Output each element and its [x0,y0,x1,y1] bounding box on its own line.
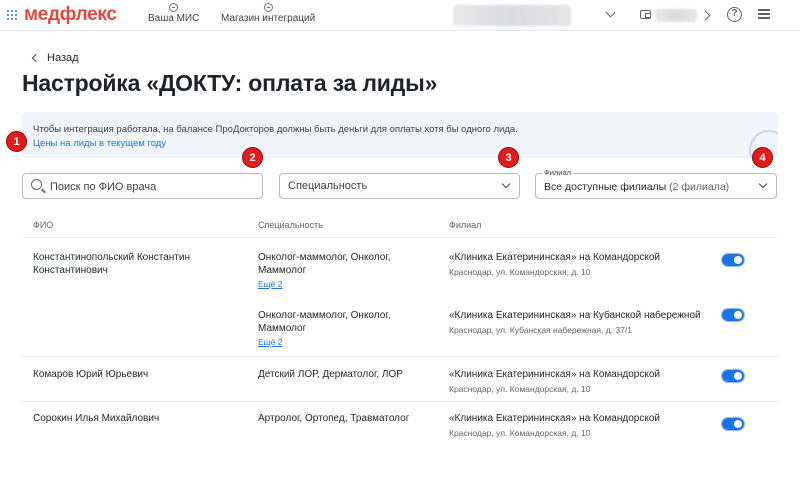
branch-name: «Клиника Екатерининская» на Командорской [449,413,660,424]
lead-payment-toggle[interactable] [721,308,745,322]
branch-address: Краснодар, ул. Кубанская набережная, д. … [449,324,632,335]
column-header-name: ФИО [33,220,54,230]
branch-address: Краснодар, ул. Командорская, д. 10 [449,383,591,394]
callout-badge-3: 3 [498,147,519,168]
page-title: Настройка «ДОКТУ: оплата за лиды» [22,70,438,96]
specialty-select[interactable]: Специальность [279,173,520,199]
row-divider [22,356,778,357]
branch-count: (2 филиала) [669,181,730,193]
branch-select-value: Все доступные филиалы (2 филиала) [544,181,729,193]
chevron-down-icon [501,179,511,189]
doctor-search-input[interactable] [50,178,255,195]
column-header-specialty: Специальность [258,220,323,230]
apps-grid-icon[interactable] [7,10,17,20]
branch-name: «Клиника Екатерининская» на Кубанской на… [449,310,701,321]
doctor-branch: «Клиника Екатерининская» на Командорской… [449,369,719,395]
doctor-specialty: Онколог-маммолог, Онколог, Маммолог Ещё … [258,252,433,291]
specialty-text: Детский ЛОР, Дерматолог, ЛОР [258,369,403,380]
branch-value-text: Все доступные филиалы [544,181,667,193]
account-selector-redacted[interactable] [453,5,571,26]
back-label: Назад [47,52,79,64]
toggle-knob [734,311,742,319]
chevron-down-icon [758,179,768,189]
search-icon [31,179,42,190]
column-header-branch: Филиал [449,220,482,230]
help-icon[interactable]: ? [727,7,742,22]
lead-prices-link[interactable]: Цены на лиды в текущем году [33,138,166,149]
nav-your-mis[interactable]: Ваша МИС [148,3,199,24]
wallet-icon[interactable] [640,10,651,19]
nav-label: Ваша МИС [148,13,200,24]
branch-select[interactable]: Филиал Все доступные филиалы (2 филиала) [535,168,777,199]
lead-payment-toggle[interactable] [721,417,745,431]
logo[interactable]: медфлекс [24,4,117,26]
toggle-knob [734,256,742,264]
doctor-specialty: Артролог, Ортопед, Травматолог [258,413,433,426]
show-more-link[interactable]: Ещё 2 [258,278,433,291]
chevron-right-icon[interactable] [700,10,711,21]
doctor-specialty: Онколог-маммолог, Онколог, Маммолог Ещё … [258,310,433,349]
arrow-in-circle-icon [263,3,273,12]
specialty-text: Онколог-маммолог, Онколог, Маммолог [258,310,391,334]
arrow-in-circle-icon [169,3,179,12]
branch-name: «Клиника Екатерининская» на Командорской [449,252,660,263]
doctor-name: Константинопольский Константин Константи… [33,252,190,276]
callout-badge-1: 1 [6,131,27,152]
specialty-select-label: Специальность [288,180,368,192]
branch-address: Краснодар, ул. Командорская, д. 10 [449,266,591,277]
doctor-branch: «Клиника Екатерининская» на Кубанской на… [449,310,719,336]
branch-select-legend: Филиал [542,168,574,177]
branch-name: «Клиника Екатерининская» на Командорской [449,369,660,380]
doctor-branch: «Клиника Екатерининская» на Командорской… [449,413,719,439]
header-divider [22,237,778,238]
doctor-name: Сорокин Илья Михайлович [33,413,160,424]
callout-badge-4: 4 [752,147,773,168]
branch-address: Краснодар, ул. Командорская, д. 10 [449,427,591,438]
hamburger-menu-icon[interactable] [758,9,770,19]
specialty-text: Онколог-маммолог, Онколог, Маммолог [258,252,391,276]
chevron-down-icon[interactable] [605,7,616,18]
banner-text: Чтобы интеграция работала, на балансе Пр… [33,124,518,135]
specialty-text: Артролог, Ортопед, Травматолог [258,413,410,424]
show-more-link[interactable]: Ещё 2 [258,336,433,349]
top-bar: медфлекс Ваша МИС Магазин интеграций ? [0,0,800,31]
balance-redacted [655,9,697,22]
toggle-knob [734,420,742,428]
nav-integrations-store[interactable]: Магазин интеграций [221,3,315,24]
doctor-search-field[interactable] [22,173,263,199]
chevron-left-icon [31,53,41,63]
lead-payment-toggle[interactable] [721,253,745,267]
lead-payment-toggle[interactable] [721,369,745,383]
doctor-branch: «Клиника Екатерининская» на Командорской… [449,252,719,278]
row-divider [22,401,778,402]
callout-badge-2: 2 [242,147,263,168]
info-banner: Чтобы интеграция работала, на балансе Пр… [22,112,778,158]
doctor-name: Комаров Юрий Юрьевич [33,369,149,380]
doctor-specialty: Детский ЛОР, Дерматолог, ЛОР [258,369,433,382]
nav-label: Магазин интеграций [221,13,316,24]
toggle-knob [734,372,742,380]
